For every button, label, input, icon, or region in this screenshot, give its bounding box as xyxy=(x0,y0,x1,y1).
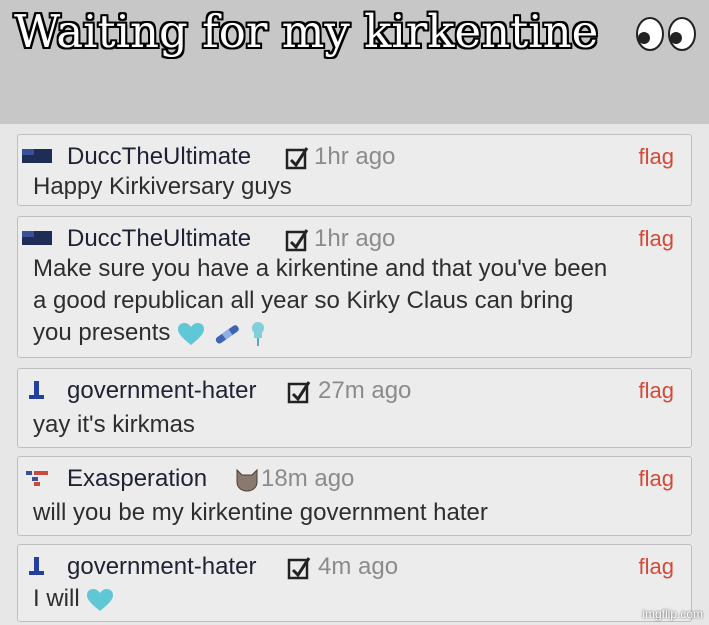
comment-card: government-hater 4m ago flag I will xyxy=(17,544,692,622)
timestamp: 4m ago xyxy=(318,553,399,580)
username[interactable]: Exasperation xyxy=(67,463,207,495)
blue-heart-icon xyxy=(87,588,114,611)
pushpin-icon xyxy=(252,321,265,346)
timestamp: 1hr ago xyxy=(314,143,396,170)
meme-caption: Waiting for my kirkentine xyxy=(14,5,599,58)
comment-text: I will xyxy=(33,583,688,615)
blue-heart-icon xyxy=(178,322,205,345)
comment-text-content: I will xyxy=(33,585,80,612)
comment-header: DuccTheUltimate 1hr ago flag xyxy=(18,223,691,255)
username[interactable]: DuccTheUltimate xyxy=(67,141,251,173)
comment-card: DuccTheUltimate 1hr ago flag Make sure y… xyxy=(17,216,692,358)
checkbox-badge-icon xyxy=(287,381,311,404)
comment-card: DuccTheUltimate 1hr ago flag Happy Kirki… xyxy=(17,134,692,206)
comment-card: Exasperation 18m ago flag will you be my… xyxy=(17,456,692,536)
comment-text-line: you presents xyxy=(33,317,688,349)
comment-text-end: you presents xyxy=(33,319,171,346)
flag-link[interactable]: flag xyxy=(639,223,674,255)
comment-header: government-hater 27m ago flag xyxy=(18,375,691,407)
comment-text-line: a good republican all year so Kirky Clau… xyxy=(33,287,574,314)
bandage-icon xyxy=(215,324,239,344)
comment-feed: DuccTheUltimate 1hr ago flag Happy Kirki… xyxy=(0,124,709,625)
flag-link[interactable]: flag xyxy=(639,375,674,407)
comment-header: Exasperation 18m ago flag xyxy=(18,463,691,495)
comment-text: yay it's kirkmas xyxy=(33,411,195,438)
flag-link[interactable]: flag xyxy=(639,141,674,173)
comment-header: government-hater 4m ago flag xyxy=(18,551,691,583)
cat-mask-badge-icon xyxy=(236,468,258,492)
eyes-emoji-icon xyxy=(636,17,696,51)
comment-text-line: Make sure you have a kirkentine and that… xyxy=(33,255,608,282)
comment-header: DuccTheUltimate 1hr ago flag xyxy=(18,141,691,173)
comment-text: will you be my kirkentine government hat… xyxy=(33,499,488,526)
username[interactable]: government-hater xyxy=(67,375,256,407)
timestamp: 27m ago xyxy=(318,377,412,404)
user-avatar-icon xyxy=(26,471,48,486)
username[interactable]: DuccTheUltimate xyxy=(67,223,251,255)
flag-link[interactable]: flag xyxy=(639,551,674,583)
imgflip-watermark: imgflip.com xyxy=(642,607,703,621)
user-avatar-icon xyxy=(22,149,52,163)
user-avatar-icon xyxy=(29,381,44,399)
comment-card: government-hater 27m ago flag yay it's k… xyxy=(17,368,692,448)
checkbox-badge-icon xyxy=(285,147,309,170)
timestamp: 1hr ago xyxy=(314,225,396,252)
user-avatar-icon xyxy=(22,231,52,245)
timestamp: 18m ago xyxy=(261,465,355,492)
flag-link[interactable]: flag xyxy=(639,463,674,495)
comment-text: Happy Kirkiversary guys xyxy=(33,173,292,200)
checkbox-badge-icon xyxy=(285,229,309,252)
checkbox-badge-icon xyxy=(287,557,311,580)
username[interactable]: government-hater xyxy=(67,551,256,583)
user-avatar-icon xyxy=(29,557,44,575)
